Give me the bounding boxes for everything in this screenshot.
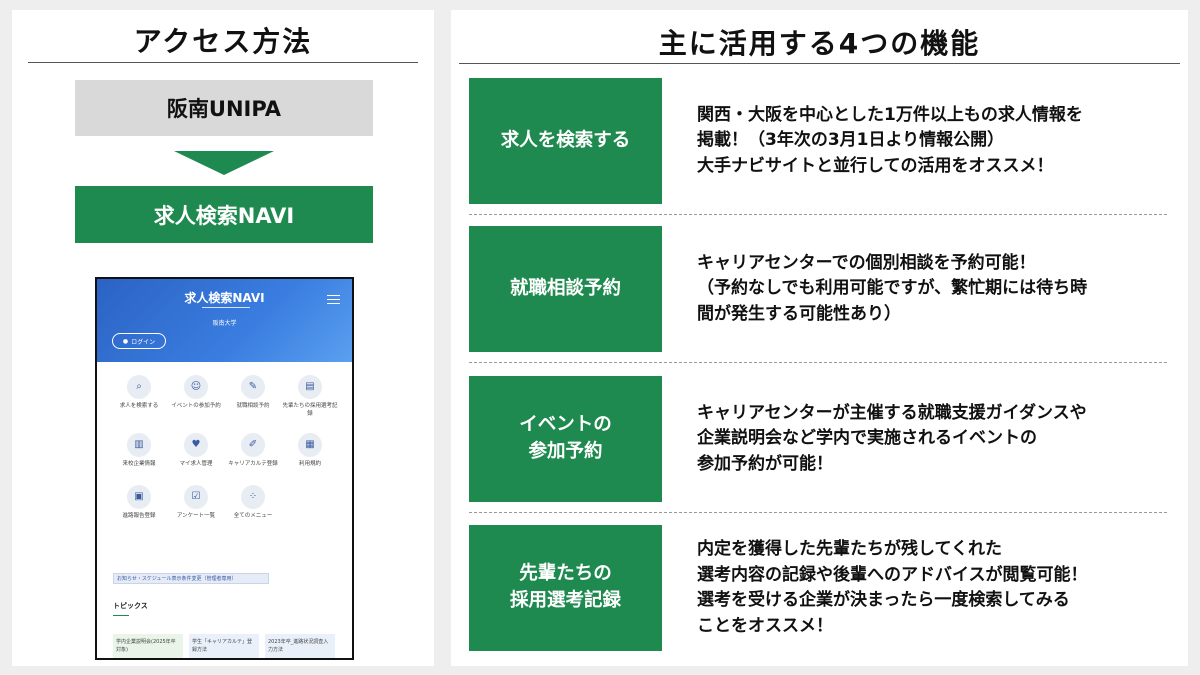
- phone-header: 求人検索NAVI 阪南大学 ● ログイン: [97, 279, 352, 362]
- feature-label: イベントの 参加予約: [469, 376, 662, 502]
- grid-icon: ⁘: [241, 485, 265, 509]
- login-button[interactable]: ● ログイン: [112, 333, 166, 349]
- menu-item-label: 利用規約: [298, 461, 321, 467]
- menu-item-terms[interactable]: ▦ 利用規約: [280, 433, 340, 469]
- feature-consult-booking: 就職相談予約 キャリアセンターでの個別相談を予約可能！ （予約なしでも利用可能で…: [469, 226, 1167, 352]
- job-search-navi-step-box: 求人検索NAVI: [75, 186, 373, 243]
- menu-item-label: キャリアカルテ登録: [228, 461, 278, 467]
- user-icon: ●: [122, 337, 129, 345]
- topic-card[interactable]: 学生「キャリアカルテ」登録方法: [189, 634, 259, 658]
- consult-icon: ✎: [241, 375, 265, 399]
- topic-card[interactable]: 2023年卒_進路状況調査入力方法: [265, 634, 335, 658]
- main-features-panel: 主に活用する4つの機能 求人を検索する 関西・大阪を中心とした1万件以上もの求人…: [451, 10, 1188, 666]
- menu-item-label: アンケート一覧: [176, 513, 216, 519]
- menu-item-all-menu[interactable]: ⁘ 全てのメニュー: [223, 485, 283, 521]
- feature-description: キャリアセンターでの個別相談を予約可能！ （予約なしでも利用可能ですが、繁忙期に…: [697, 252, 1088, 324]
- feature-job-search: 求人を検索する 関西・大阪を中心とした1万件以上もの求人情報を 掲載！（3年次の…: [469, 78, 1167, 204]
- report-icon: ▣: [127, 485, 151, 509]
- unipa-step-box: 阪南UNIPA: [75, 80, 373, 136]
- feature-event-booking: イベントの 参加予約 キャリアセンターが主催する就職支援ガイダンスや 企業説明会…: [469, 376, 1167, 502]
- feature-senior-records: 先輩たちの 採用選考記録 内定を獲得した先輩たちが残してくれた 選考内容の記録や…: [469, 525, 1167, 651]
- feature-label: 求人を検索する: [469, 78, 662, 204]
- menu-item-career-report[interactable]: ▣ 進路報告登録: [109, 485, 169, 521]
- menu-item-visiting-companies[interactable]: ▥ 来校企業情報: [109, 433, 169, 469]
- feature-label: 先輩たちの 採用選考記録: [469, 525, 662, 651]
- document-icon: ▦: [298, 433, 322, 457]
- topic-card[interactable]: 学内企業説明会(2025年卒対象): [113, 634, 183, 658]
- menu-item-survey-list[interactable]: ☑ アンケート一覧: [166, 485, 226, 521]
- title-divider: [459, 63, 1180, 64]
- feature-description: 内定を獲得した先輩たちが残してくれた 選考内容の記録や後輩へのアドバイスが閲覧可…: [697, 539, 1088, 636]
- menu-item-label: 来校企業情報: [122, 461, 156, 467]
- feature-divider: [469, 362, 1167, 363]
- menu-item-label: 進路報告登録: [122, 513, 156, 519]
- menu-item-label: マイ求人管理: [179, 461, 213, 467]
- menu-item-senior-records[interactable]: ▤ 先輩たちの採用選考記録: [280, 375, 340, 418]
- menu-item-consult-booking[interactable]: ✎ 就職相談予約: [223, 375, 283, 411]
- arrow-down-icon: [174, 151, 274, 175]
- menu-item-label: 就職相談予約: [236, 403, 270, 409]
- feature-divider: [469, 512, 1167, 513]
- login-label: ログイン: [131, 338, 156, 346]
- notice-settings-button[interactable]: お知らせ・スケジュール表示条件変更（管理者専用）: [113, 573, 269, 584]
- feature-description: 関西・大阪を中心とした1万件以上もの求人情報を 掲載！（3年次の3月1日より情報…: [697, 104, 1083, 176]
- topics-heading: トピックス: [113, 602, 148, 610]
- menu-item-label: 先輩たちの採用選考記録: [282, 403, 338, 417]
- record-icon: ▤: [298, 375, 322, 399]
- menu-item-job-search[interactable]: ⌕ 求人を検索する: [109, 375, 169, 411]
- menu-item-my-jobs[interactable]: ♥ マイ求人管理: [166, 433, 226, 469]
- feature-description: キャリアセンターが主催する就職支援ガイダンスや 企業説明会など学内で実施されるイ…: [697, 402, 1087, 474]
- people-icon: ☺: [184, 375, 208, 399]
- phone-university-name: 阪南大学: [212, 320, 237, 327]
- building-icon: ▥: [127, 433, 151, 457]
- menu-item-label: 求人を検索する: [119, 403, 159, 409]
- topics-underline: [113, 615, 129, 616]
- main-features-title: 主に活用する4つの機能: [658, 27, 981, 60]
- feature-divider: [469, 214, 1167, 215]
- menu-item-label: 全てのメニュー: [233, 513, 273, 519]
- menu-item-label: イベントの参加予約: [171, 403, 221, 409]
- access-method-panel: アクセス方法 阪南UNIPA 求人検索NAVI 求人検索NAVI 阪南大学 ● …: [12, 10, 434, 666]
- hamburger-menu-icon[interactable]: [327, 295, 340, 304]
- menu-item-career-chart[interactable]: ✐ キャリアカルテ登録: [223, 433, 283, 469]
- menu-item-event-booking[interactable]: ☺ イベントの参加予約: [166, 375, 226, 411]
- phone-title-underline: [202, 307, 250, 308]
- job-search-navi-screenshot: 求人検索NAVI 阪南大学 ● ログイン ⌕ 求人を検索する ☺ イベントの参加…: [95, 277, 354, 660]
- edit-icon: ✐: [241, 433, 265, 457]
- access-method-title: アクセス方法: [133, 25, 313, 58]
- title-divider: [28, 62, 418, 63]
- survey-icon: ☑: [184, 485, 208, 509]
- phone-app-title: 求人検索NAVI: [184, 291, 265, 305]
- bookmark-icon: ♥: [184, 433, 208, 457]
- feature-label: 就職相談予約: [469, 226, 662, 352]
- search-icon: ⌕: [127, 375, 151, 399]
